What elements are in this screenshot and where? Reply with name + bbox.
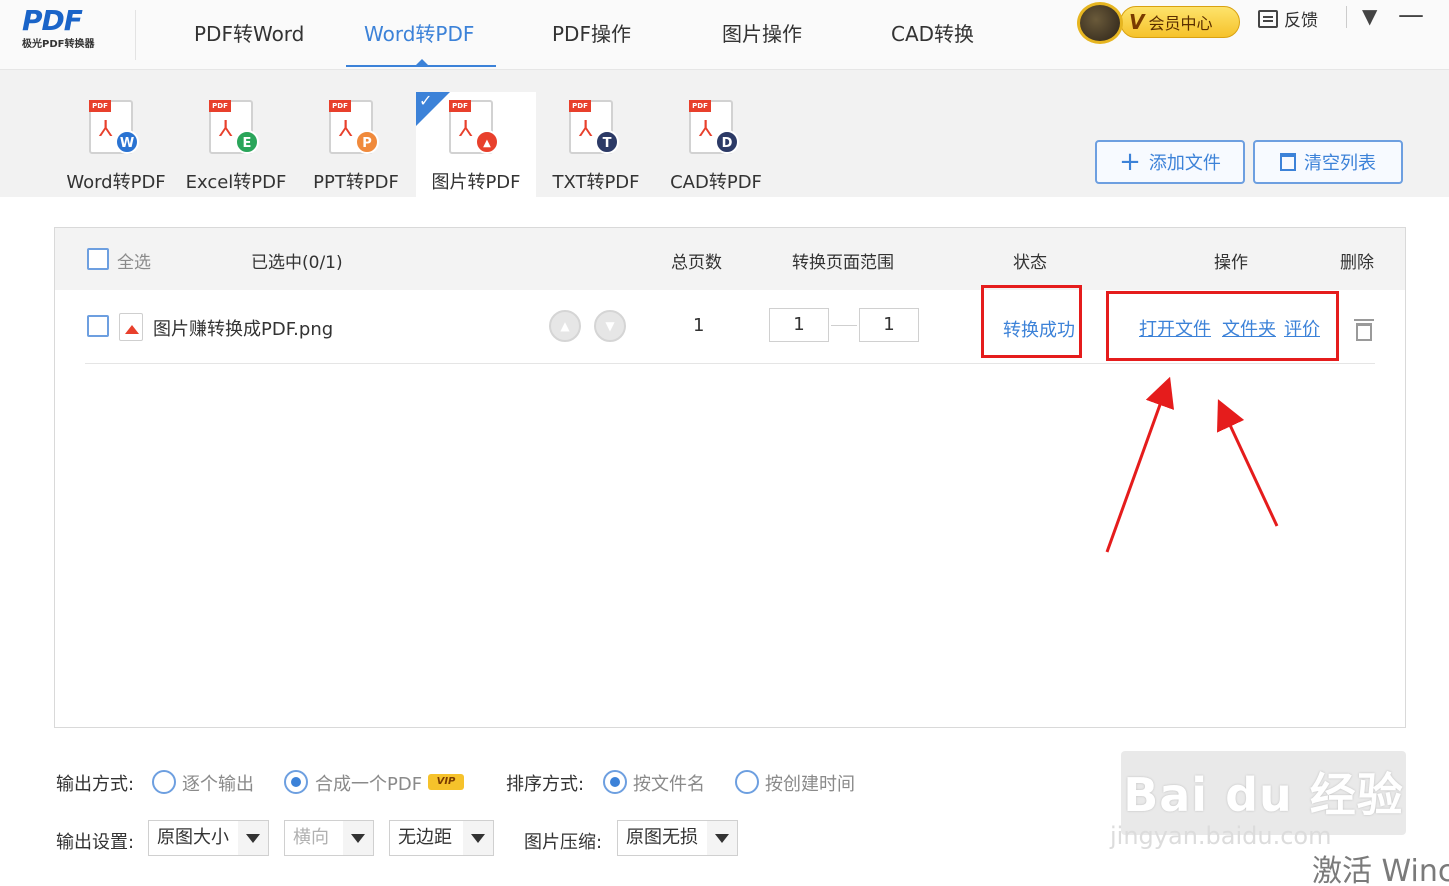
chevron-down-icon bbox=[238, 821, 268, 855]
watermark-text: Bai du 经验 bbox=[1123, 768, 1404, 822]
size-select[interactable]: 原图大小 bbox=[148, 820, 269, 856]
output-individual-radio[interactable] bbox=[152, 770, 176, 794]
size-select-value: 原图大小 bbox=[157, 827, 229, 848]
chevron-down-icon bbox=[707, 821, 737, 855]
vip-badge: VIP bbox=[428, 774, 464, 790]
sort-by-time-label: 按创建时间 bbox=[765, 774, 855, 795]
output-individual-label: 逐个输出 bbox=[182, 774, 254, 795]
output-merge-label: 合成一个PDF bbox=[315, 774, 423, 795]
orientation-select[interactable]: 横向 bbox=[284, 820, 374, 856]
arrow-right bbox=[1216, 399, 1279, 527]
chevron-down-icon bbox=[343, 821, 373, 855]
sort-label: 排序方式: bbox=[506, 774, 585, 795]
chevron-down-icon bbox=[463, 821, 493, 855]
output-settings-row: 输出设置: 原图大小 横向 无边距 图片压缩: 原图无损 bbox=[56, 820, 756, 860]
margin-select[interactable]: 无边距 bbox=[389, 820, 494, 856]
output-merge-radio[interactable] bbox=[284, 770, 308, 794]
activate-windows-text: 激活 Winc bbox=[1312, 854, 1449, 886]
output-settings-label: 输出设置: bbox=[56, 832, 135, 853]
app-window: PDF 极光PDF转换器 PDF转Word Word转PDF PDF操作 图片操… bbox=[0, 0, 1449, 886]
compress-select[interactable]: 原图无损 bbox=[617, 820, 738, 856]
arrow-left bbox=[1105, 376, 1175, 553]
compress-label: 图片压缩: bbox=[524, 832, 603, 853]
margin-select-value: 无边距 bbox=[398, 827, 452, 848]
orientation-select-value: 横向 bbox=[293, 827, 329, 848]
output-mode-label: 输出方式: bbox=[56, 774, 135, 795]
sort-by-name-label: 按文件名 bbox=[633, 774, 705, 795]
output-mode-row: 输出方式: 逐个输出 合成一个PDF VIP 排序方式: 按文件名 按创建时间 bbox=[56, 770, 956, 800]
compress-select-value: 原图无损 bbox=[626, 827, 698, 848]
sort-by-time-radio[interactable] bbox=[735, 770, 759, 794]
sort-by-name-radio[interactable] bbox=[603, 770, 627, 794]
